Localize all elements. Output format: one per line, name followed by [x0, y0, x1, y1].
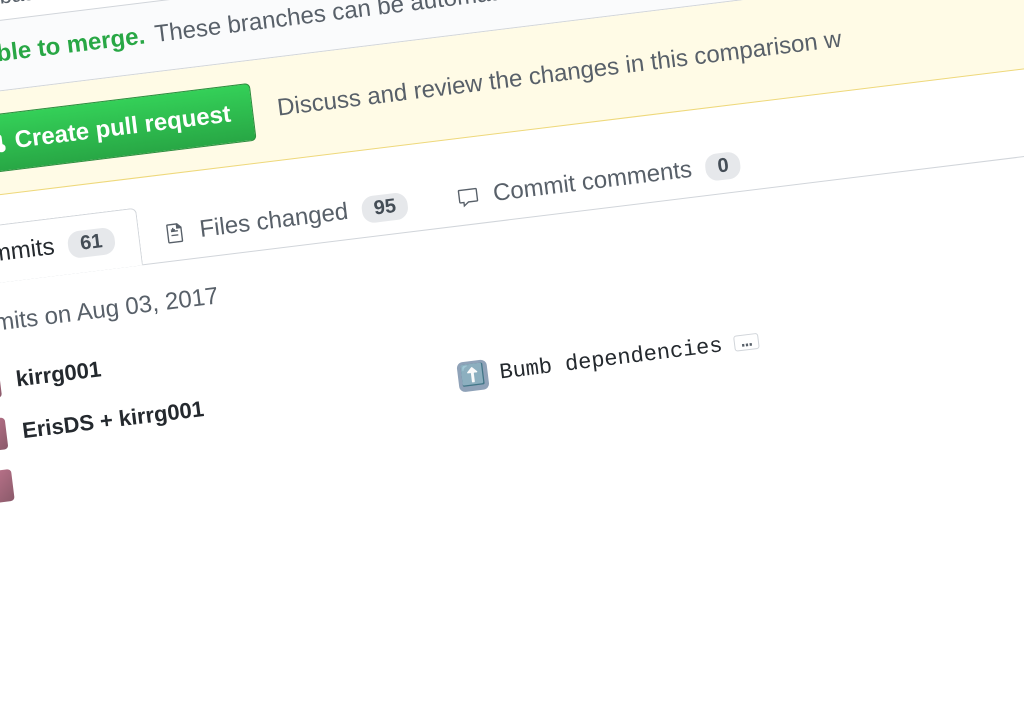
tab-commits[interactable]: ommits 61 [0, 208, 143, 288]
merge-status-text: Able to merge. [0, 22, 147, 70]
tab-commits-label: ommits [0, 233, 56, 270]
files-count: 95 [360, 191, 409, 223]
git-pull-request-icon [0, 131, 6, 156]
commit-author[interactable]: ErisDS + kirrg001 [21, 396, 206, 444]
commit-expand-button[interactable]: … [733, 333, 760, 352]
comment-icon [456, 185, 481, 210]
create-pr-label: Create pull request [13, 101, 232, 155]
base-fork-label: base fork: [0, 0, 97, 10]
tab-comments-label: Commit comments [492, 156, 694, 208]
tab-files-label: Files changed [198, 198, 350, 244]
comments-count: 0 [704, 150, 742, 181]
create-pull-request-button[interactable]: Create pull request [0, 83, 257, 177]
commits-count: 61 [67, 226, 116, 258]
file-diff-icon [163, 221, 188, 246]
tab-commit-comments[interactable]: Commit comments 0 [429, 132, 769, 229]
commit-author[interactable]: kirrg001 [14, 356, 102, 392]
tab-files-changed[interactable]: Files changed 95 [136, 173, 436, 266]
arrow-up-icon: ⬆️ [456, 359, 489, 392]
avatar[interactable] [0, 417, 8, 453]
avatar[interactable] [0, 366, 2, 402]
avatar[interactable] [0, 469, 15, 505]
